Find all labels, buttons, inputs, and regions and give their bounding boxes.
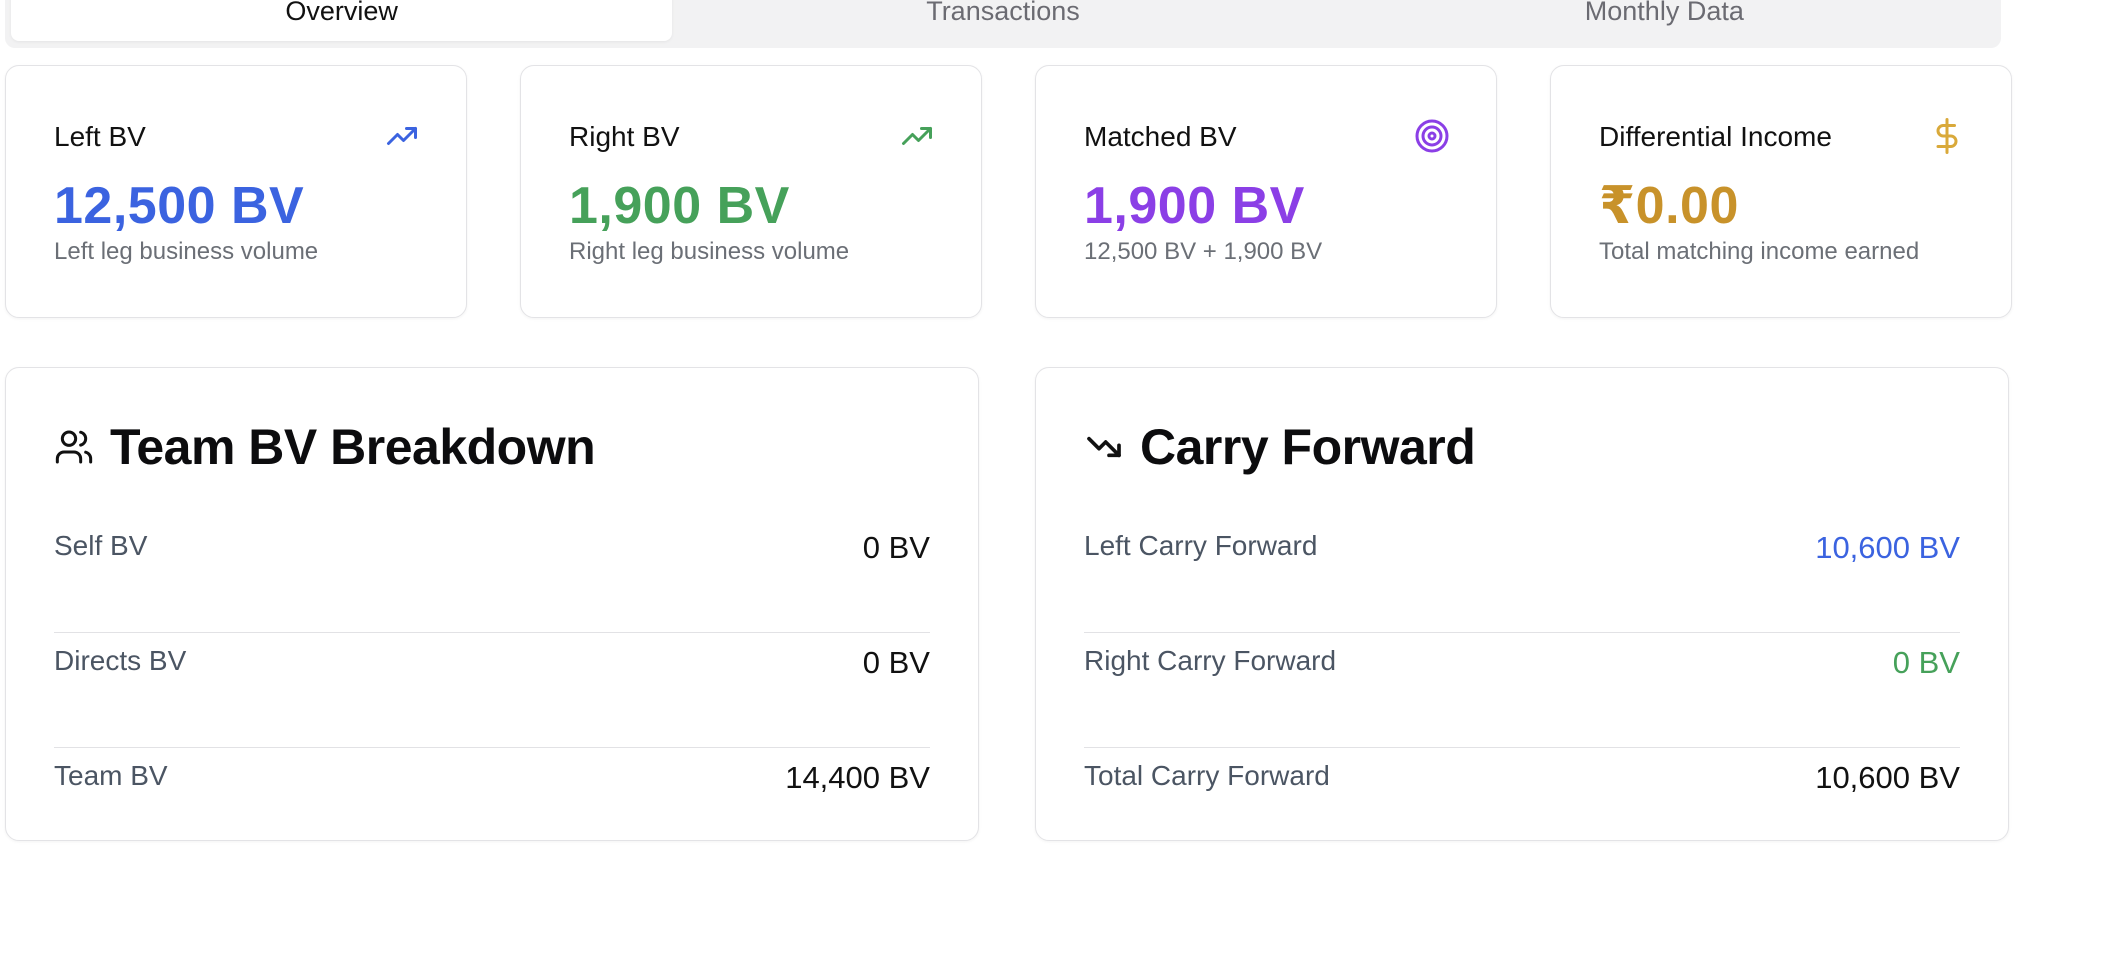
trending-up-icon xyxy=(902,127,932,145)
target-icon xyxy=(1415,119,1449,153)
stat-subtitle: Total matching income earned xyxy=(1599,238,1920,265)
differential-income-card: Differential Income ₹0.00 Total matching… xyxy=(1550,65,2012,318)
list-item: Right Carry Forward 0 BV xyxy=(1084,633,1960,748)
tab-bar: Overview Transactions Monthly Data xyxy=(5,0,2001,48)
list-item: Team BV 14,400 BV xyxy=(54,748,930,863)
list-item: Directs BV 0 BV xyxy=(54,633,930,748)
stat-title: Differential Income xyxy=(1599,121,1832,152)
users-icon xyxy=(55,430,93,464)
stat-value: 1,900 BV xyxy=(1084,177,1305,235)
stat-value: 1,900 BV xyxy=(569,177,790,235)
row-value: 10,600 BV xyxy=(1815,530,1960,565)
row-value: 14,400 BV xyxy=(785,760,930,795)
panel-title: Team BV Breakdown xyxy=(110,419,596,475)
row-label: Team BV xyxy=(54,760,168,791)
right-bv-card: Right BV 1,900 BV Right leg business vol… xyxy=(520,65,982,318)
row-label: Total Carry Forward xyxy=(1084,760,1330,791)
trending-up-icon xyxy=(387,127,417,145)
row-value: 0 BV xyxy=(1892,645,1960,680)
row-value: 0 BV xyxy=(862,530,930,565)
stat-title: Right BV xyxy=(569,121,680,152)
tab-transactions[interactable]: Transactions xyxy=(672,0,1333,41)
stat-value: 12,500 BV xyxy=(54,177,305,235)
panel-header: Team BV Breakdown xyxy=(54,418,596,476)
carry-forward-list: Left Carry Forward 10,600 BV Right Carry… xyxy=(1084,518,1960,863)
stat-subtitle: Left leg business volume xyxy=(54,238,319,265)
panel-title: Carry Forward xyxy=(1140,419,1476,475)
row-value: 0 BV xyxy=(862,645,930,680)
list-item: Left Carry Forward 10,600 BV xyxy=(1084,518,1960,633)
carry-forward-panel: Carry Forward Left Carry Forward 10,600 … xyxy=(1035,367,2009,841)
team-bv-list: Self BV 0 BV Directs BV 0 BV Team BV 14,… xyxy=(54,518,930,863)
tab-monthly-data[interactable]: Monthly Data xyxy=(1334,0,1995,41)
stat-title: Matched BV xyxy=(1084,121,1237,152)
list-item: Self BV 0 BV xyxy=(54,518,930,633)
row-label: Self BV xyxy=(54,530,148,561)
stat-value: ₹0.00 xyxy=(1599,177,1739,235)
matched-bv-card: Matched BV 1,900 BV 12,500 BV + 1,900 BV xyxy=(1035,65,1497,318)
list-item: Total Carry Forward 10,600 BV xyxy=(1084,748,1960,863)
stat-subtitle: 12,500 BV + 1,900 BV xyxy=(1084,238,1323,265)
row-value: 10,600 BV xyxy=(1815,760,1960,795)
team-bv-breakdown-panel: Team BV Breakdown Self BV 0 BV Directs B… xyxy=(5,367,979,841)
dollar-icon xyxy=(1936,118,1958,154)
tab-overview[interactable]: Overview xyxy=(11,0,673,41)
stat-subtitle: Right leg business volume xyxy=(569,238,850,265)
left-bv-card: Left BV 12,500 BV Left leg business volu… xyxy=(5,65,467,318)
stat-title: Left BV xyxy=(54,121,146,152)
panel-header: Carry Forward xyxy=(1084,418,1476,476)
row-label: Right Carry Forward xyxy=(1084,645,1337,676)
row-label: Left Carry Forward xyxy=(1084,530,1318,561)
row-label: Directs BV xyxy=(54,645,187,676)
trending-down-icon xyxy=(1087,436,1121,458)
